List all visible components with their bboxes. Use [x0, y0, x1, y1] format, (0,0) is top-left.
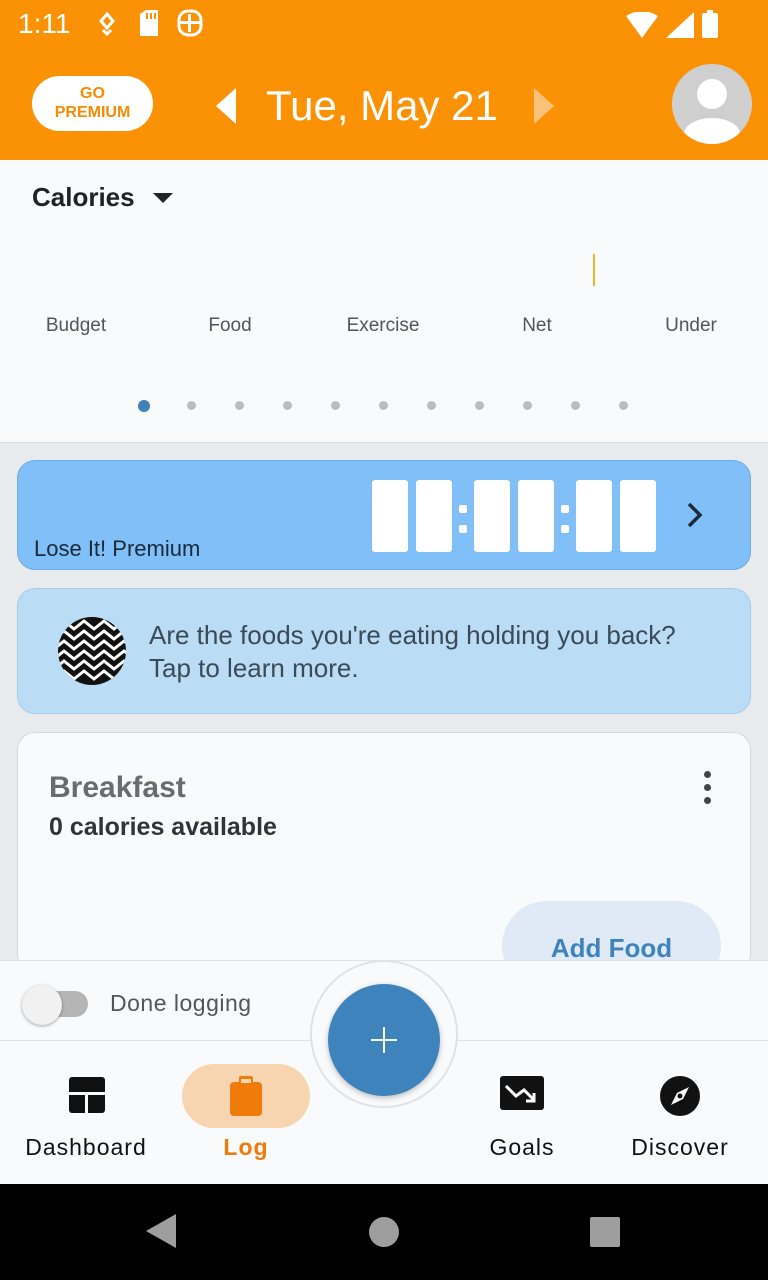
location-pin-icon — [99, 11, 115, 37]
next-day-icon[interactable] — [532, 88, 554, 124]
battery-icon — [702, 10, 718, 38]
compass-icon — [660, 1076, 700, 1116]
nav-discover[interactable]: Discover — [604, 1040, 756, 1184]
under-label: Under — [665, 315, 717, 336]
page-dot[interactable] — [523, 401, 532, 410]
cell-signal-icon — [666, 12, 694, 38]
more-options-icon[interactable] — [704, 771, 712, 805]
previous-day-icon[interactable] — [216, 88, 238, 124]
dashboard-icon — [68, 1077, 106, 1114]
page-dot[interactable] — [283, 401, 292, 410]
net-label: Net — [522, 315, 552, 336]
profile-avatar[interactable] — [672, 64, 752, 144]
exercise-label: Exercise — [346, 315, 420, 336]
zigzag-pattern-icon — [58, 617, 126, 685]
nav-goals[interactable]: Goals — [446, 1040, 598, 1184]
breakfast-card[interactable]: Breakfast 0 calories available Add Food — [17, 732, 751, 972]
page-dot[interactable] — [379, 401, 388, 410]
countdown-digit — [518, 480, 554, 552]
page-dot[interactable] — [619, 401, 628, 410]
page-dot[interactable] — [187, 401, 196, 410]
learn-more-card[interactable]: Are the foods you're eating holding you … — [17, 588, 751, 714]
current-date[interactable]: Tue, May 21 — [266, 82, 498, 130]
calories-dropdown[interactable]: Calories — [32, 182, 173, 213]
food-label: Food — [208, 315, 252, 336]
add-button[interactable] — [328, 984, 440, 1096]
countdown-digit — [576, 480, 612, 552]
meal-title: Breakfast — [49, 771, 186, 804]
done-logging-label: Done logging — [110, 990, 252, 1016]
calories-title: Calories — [32, 182, 135, 212]
nav-log-label: Log — [223, 1134, 269, 1160]
home-icon[interactable] — [369, 1217, 399, 1247]
page-indicator[interactable] — [0, 400, 768, 413]
calories-summary-panel[interactable]: Calories Budget Food Exercise Net Under — [0, 160, 768, 443]
toggle-knob[interactable] — [22, 985, 62, 1025]
nav-log[interactable]: Log — [170, 1040, 322, 1184]
app-notification-icon — [177, 9, 203, 37]
nav-goals-label: Goals — [489, 1134, 555, 1160]
dropdown-caret-icon — [152, 192, 173, 203]
nav-discover-label: Discover — [631, 1134, 729, 1160]
back-icon[interactable] — [146, 1214, 176, 1248]
wifi-icon — [626, 12, 658, 38]
calorie-progress-marker — [593, 254, 595, 286]
app-header: 1:11 GO PREMIUM Tue, May 21 — [0, 0, 768, 160]
nav-dashboard-label: Dashboard — [25, 1134, 147, 1160]
page-dot[interactable] — [235, 401, 244, 410]
budget-label: Budget — [45, 315, 107, 336]
countdown-digit — [416, 480, 452, 552]
clipboard-icon — [230, 1076, 262, 1116]
chevron-right-icon — [687, 502, 703, 528]
goals-trend-icon — [500, 1076, 544, 1110]
calorie-labels: Budget Food Exercise Net Under — [0, 315, 768, 339]
page-dot[interactable] — [331, 401, 340, 410]
status-notification-icons — [92, 8, 204, 38]
plus-icon-vertical — [383, 1027, 385, 1053]
learn-more-text: Are the foods you're eating holding you … — [149, 620, 676, 683]
countdown-digit — [372, 480, 408, 552]
system-navigation-bar — [0, 1184, 768, 1280]
status-system-icons — [626, 10, 718, 38]
countdown-separator — [459, 505, 467, 535]
page-dot-active[interactable] — [138, 400, 150, 412]
page-dot[interactable] — [475, 401, 484, 410]
countdown-digit — [474, 480, 510, 552]
premium-label: Lose It! Premium — [34, 536, 201, 561]
status-time: 1:11 — [18, 8, 71, 39]
go-premium-button[interactable]: GO PREMIUM — [32, 76, 153, 131]
page-dot[interactable] — [571, 401, 580, 410]
premium-offer-card[interactable]: Lose It! Premium — [17, 460, 751, 570]
countdown-separator — [561, 505, 569, 535]
sd-card-icon — [140, 10, 158, 36]
page-dot[interactable] — [427, 401, 436, 410]
recents-icon[interactable] — [590, 1217, 620, 1247]
countdown-digit — [620, 480, 656, 552]
nav-dashboard[interactable]: Dashboard — [10, 1040, 162, 1184]
calories-available: 0 calories available — [49, 813, 277, 841]
person-icon — [684, 79, 740, 144]
